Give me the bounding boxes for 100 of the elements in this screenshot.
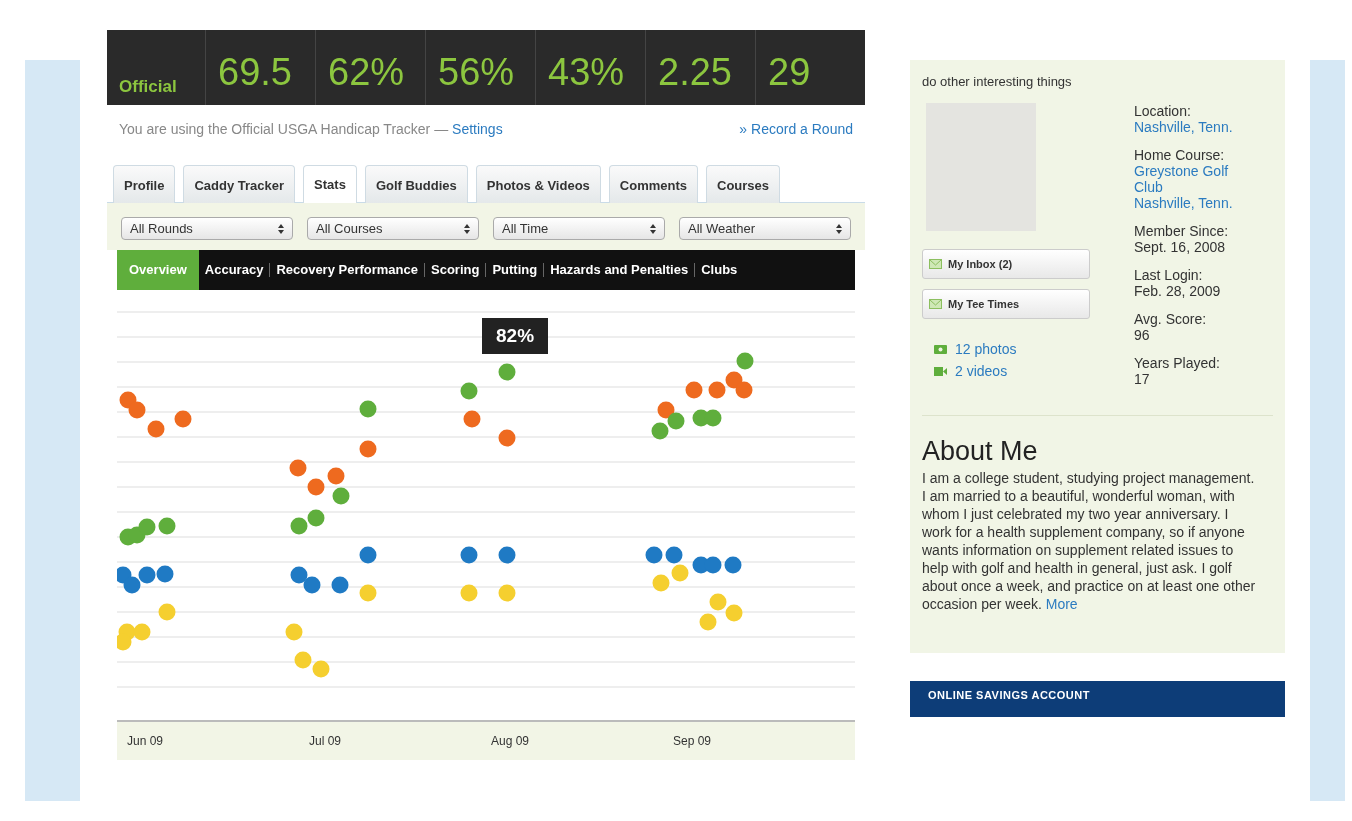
subnav-tab[interactable]: Putting bbox=[485, 263, 544, 277]
data-point bbox=[123, 576, 141, 594]
data-point bbox=[735, 381, 753, 399]
caret-icon bbox=[464, 223, 470, 234]
stat-value: 29 bbox=[768, 53, 811, 91]
data-point bbox=[307, 509, 325, 527]
mail-button[interactable]: My Tee Times bbox=[922, 289, 1090, 319]
stat-value: 56% bbox=[438, 53, 515, 91]
data-point bbox=[463, 410, 481, 428]
tab[interactable]: Golf Buddies bbox=[364, 165, 468, 203]
data-point bbox=[709, 593, 727, 611]
tooltip: 82% bbox=[482, 318, 549, 354]
data-point bbox=[665, 546, 683, 564]
data-point bbox=[332, 487, 350, 505]
video-camera-icon bbox=[934, 366, 947, 376]
data-point bbox=[359, 546, 377, 564]
detail-label: Years Played: bbox=[1134, 355, 1221, 371]
data-point bbox=[294, 651, 312, 669]
filter-dropdown[interactable]: All Weather bbox=[679, 217, 851, 240]
data-point bbox=[303, 576, 321, 594]
subnav-tab[interactable]: Hazards and Penalties bbox=[543, 263, 695, 277]
data-point bbox=[290, 566, 308, 584]
record-round-link[interactable]: » Record a Round bbox=[739, 121, 853, 137]
axis-label: Aug 09 bbox=[491, 734, 530, 748]
notice-text: You are using the Official USGA Handicap Tracker — bbox=[119, 121, 449, 137]
stat-value: 62% bbox=[328, 53, 405, 91]
data-point bbox=[498, 546, 516, 564]
mail-button[interactable]: My Inbox (2) bbox=[922, 249, 1090, 279]
subnav-tab[interactable]: Scoring bbox=[424, 263, 486, 277]
tab[interactable]: Courses bbox=[706, 165, 781, 203]
stat-value: 69.5 bbox=[218, 53, 292, 91]
detail-value: Sept. 16, 2008 bbox=[1134, 239, 1227, 255]
subnav-tab[interactable]: Recovery Performance bbox=[269, 263, 424, 277]
data-point bbox=[128, 401, 146, 419]
tab[interactable]: Stats bbox=[303, 165, 357, 203]
official-label: Official bbox=[119, 77, 177, 97]
detail-value: Feb. 28, 2009 bbox=[1134, 283, 1222, 299]
data-point bbox=[285, 623, 303, 641]
filter-dropdown[interactable]: All Courses bbox=[307, 217, 479, 240]
detail-label: Home Course: bbox=[1134, 147, 1226, 163]
data-point bbox=[645, 546, 663, 564]
tab[interactable]: Profile bbox=[113, 165, 176, 203]
data-point bbox=[460, 584, 478, 602]
envelope-icon bbox=[929, 299, 942, 309]
data-point bbox=[156, 565, 174, 583]
data-point bbox=[667, 412, 685, 430]
data-point bbox=[651, 422, 669, 440]
caret-icon bbox=[278, 223, 284, 234]
data-point bbox=[290, 517, 308, 535]
settings-link[interactable]: Settings bbox=[452, 121, 503, 137]
stat-value: 43% bbox=[548, 53, 625, 91]
detail-value: 17 bbox=[1134, 371, 1151, 387]
detail-label: Last Login: bbox=[1134, 267, 1204, 283]
axis-label: Jun 09 bbox=[127, 734, 164, 748]
data-point bbox=[498, 363, 516, 381]
filter-dropdown[interactable]: All Time bbox=[493, 217, 665, 240]
envelope-icon bbox=[929, 259, 942, 269]
detail-link[interactable]: Greystone Golf Club bbox=[1134, 163, 1254, 195]
media-link[interactable]: 12 photos bbox=[955, 341, 1017, 357]
data-point bbox=[359, 584, 377, 602]
detail-label: Location: bbox=[1134, 103, 1192, 119]
data-point bbox=[498, 429, 516, 447]
data-point bbox=[331, 576, 349, 594]
data-point bbox=[289, 459, 307, 477]
data-point bbox=[117, 633, 132, 651]
about-text: I am a college student, studying project management. I am married to a beautiful, wonderful woman, with whom I just celebrated my two year anniversary. I work for a health supplement company, so if anyone wants information on supplement related issues to help with golf and health in general, just ask. I golf about once a week, and practice on at least one other occasion per week. More bbox=[922, 469, 1257, 613]
data-point bbox=[657, 401, 675, 419]
data-point bbox=[699, 613, 717, 631]
data-point bbox=[147, 420, 165, 438]
ad-title: ONLINE SAVINGS ACCOUNT bbox=[928, 689, 1090, 701]
data-point bbox=[117, 566, 132, 584]
detail-link[interactable]: Nashville, Tenn. bbox=[1134, 195, 1254, 211]
data-point bbox=[725, 604, 743, 622]
caret-icon bbox=[650, 223, 656, 234]
data-point bbox=[460, 382, 478, 400]
filter-dropdown[interactable]: All Rounds bbox=[121, 217, 293, 240]
media-link[interactable]: 2 videos bbox=[955, 363, 1008, 379]
intro-text: do other interesting things bbox=[922, 74, 1073, 89]
data-point bbox=[327, 467, 345, 485]
more-link[interactable]: More bbox=[1045, 596, 1078, 612]
data-point bbox=[736, 352, 754, 370]
tab[interactable]: Photos & Videos bbox=[475, 165, 601, 203]
axis-label: Sep 09 bbox=[673, 734, 712, 748]
data-point bbox=[133, 623, 151, 641]
tab[interactable]: Comments bbox=[608, 165, 698, 203]
data-point bbox=[704, 556, 722, 574]
subnav-tab[interactable]: Clubs bbox=[694, 263, 744, 277]
subnav-tab[interactable]: Accuracy bbox=[198, 263, 270, 277]
data-point bbox=[359, 440, 377, 458]
data-point bbox=[138, 566, 156, 584]
data-point bbox=[498, 584, 516, 602]
detail-link[interactable]: Nashville, Tenn. bbox=[1134, 119, 1254, 135]
camera-icon bbox=[934, 344, 947, 354]
data-point bbox=[138, 518, 156, 536]
tab[interactable]: Caddy Tracker bbox=[183, 165, 296, 203]
about-title: About Me bbox=[922, 436, 1039, 467]
detail-label: Avg. Score: bbox=[1134, 311, 1208, 327]
data-point bbox=[307, 478, 325, 496]
data-point bbox=[312, 660, 330, 678]
data-point bbox=[671, 564, 689, 582]
